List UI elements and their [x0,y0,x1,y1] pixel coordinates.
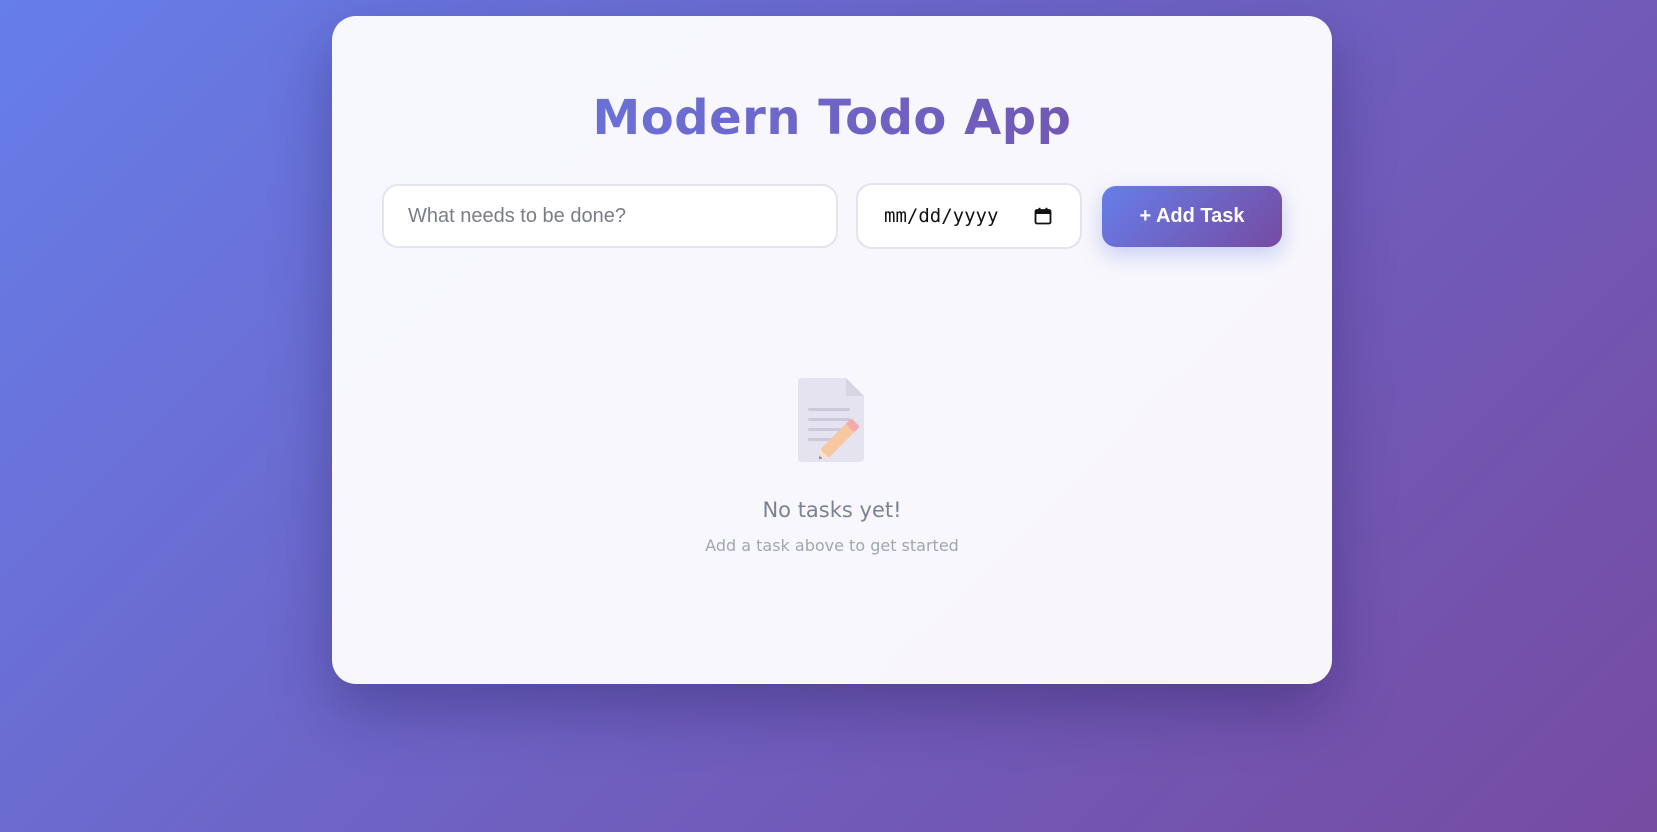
due-date-input[interactable]: mm/dd/yyyy [856,183,1082,249]
date-placeholder: mm/dd/yyyy [884,205,999,227]
calendar-icon[interactable] [1034,207,1052,225]
empty-state: No tasks yet! Add a task above to get st… [332,378,1332,555]
empty-state-subtitle: Add a task above to get started [705,536,959,555]
todo-card: Modern Todo App mm/dd/yyyy + Add Task [332,16,1332,684]
memo-icon [798,378,864,462]
page-title: Modern Todo App [332,86,1332,150]
empty-state-title: No tasks yet! [762,498,902,522]
add-task-button[interactable]: + Add Task [1102,186,1282,247]
task-input[interactable] [382,184,838,248]
